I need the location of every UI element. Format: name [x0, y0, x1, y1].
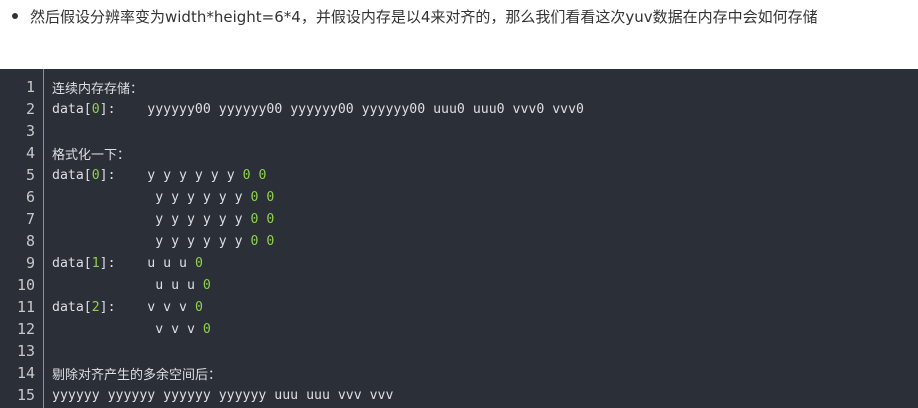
code-token: data[ [52, 101, 92, 117]
code-token: data[ [52, 255, 92, 271]
code-line: 12 v v v 0 [0, 318, 918, 340]
code-line: 8 y y y y y y 0 0 [0, 230, 918, 252]
code-text: v v v 0 [52, 322, 211, 337]
code-text: data[0]: y y y y y y 0 0 [52, 168, 266, 183]
code-text: data[2]: v v v 0 [52, 300, 203, 315]
bullet-dot-icon [12, 13, 18, 19]
code-line: 7 y y y y y y 0 0 [0, 208, 918, 230]
code-token: ]: yyyyyy00 yyyyyy00 yyyyyy00 yyyyyy00 u… [99, 101, 584, 117]
code-text: y y y y y y 0 0 [52, 212, 274, 227]
code-line: 2 data[0]: yyyyyy00 yyyyyy00 yyyyyy00 yyy… [0, 98, 918, 120]
line-number: 5 [25, 166, 35, 184]
line-number: 11 [16, 298, 35, 316]
code-token: y y y y y y [52, 189, 251, 205]
code-token: data[ [52, 167, 92, 183]
code-text: y y y y y y 0 0 [52, 190, 274, 205]
code-text: data[0]: yyyyyy00 yyyyyy00 yyyyyy00 yyyy… [52, 102, 584, 117]
code-token: ]: u u u [99, 255, 195, 271]
line-number: 1 [25, 78, 35, 96]
code-token: y y y y y y [52, 233, 251, 249]
line-number: 6 [25, 188, 35, 206]
code-line: 4 格式化一下： [0, 142, 918, 164]
line-number: 15 [16, 386, 35, 404]
code-line: 11 data[2]: v v v 0 [0, 296, 918, 318]
code-line: 5 data[0]: y y y y y y 0 0 [0, 164, 918, 186]
code-token: yyyyyy yyyyyy yyyyyy yyyyyy uuu uuu vvv … [52, 387, 394, 403]
line-number: 12 [16, 320, 35, 338]
code-line: 1 连续内存存储： [0, 76, 918, 98]
code-text: yyyyyy yyyyyy yyyyyy yyyyyy uuu uuu vvv … [52, 388, 393, 403]
line-number: 9 [25, 254, 35, 272]
code-text: 剔除对齐产生的多余空间后： [52, 364, 221, 383]
code-line: 6 y y y y y y 0 0 [0, 186, 918, 208]
code-text: y y y y y y 0 0 [52, 234, 274, 249]
code-text: data[1]: u u u 0 [52, 256, 203, 271]
code-number: 0 [202, 277, 211, 293]
code-token: data[ [52, 299, 92, 315]
code-number: 0 [202, 321, 211, 337]
line-number: 3 [25, 122, 35, 140]
code-number: 0 [91, 167, 100, 183]
code-number: 0 0 [242, 167, 267, 183]
code-token: 格式化一下： [52, 147, 131, 163]
code-text: 连续内存存储： [52, 78, 143, 97]
code-line: 15 yyyyyy yyyyyy yyyyyy yyyyyy uuu uuu vv… [0, 384, 918, 406]
code-token: ]: y y y y y y [99, 167, 243, 183]
line-number: 13 [16, 342, 35, 360]
code-line: 3 [0, 120, 918, 142]
line-number: 2 [25, 100, 35, 118]
code-number: 0 [194, 299, 203, 315]
line-number: 4 [25, 144, 35, 162]
code-text: 格式化一下： [52, 144, 130, 163]
line-number: 14 [16, 364, 35, 382]
line-number: 10 [16, 276, 35, 294]
line-number: 7 [25, 210, 35, 228]
code-number: 1 [91, 255, 100, 271]
code-token: y y y y y y [52, 211, 251, 227]
line-number: 8 [25, 232, 35, 250]
code-number: 0 0 [250, 233, 275, 249]
code-number: 0 [194, 255, 203, 271]
code-line: 14 剔除对齐产生的多余空间后： [0, 362, 918, 384]
code-number: 0 0 [250, 211, 275, 227]
code-line: 13 [0, 340, 918, 362]
bullet-text: 然后假设分辨率变为width*height=6*4，并假设内存是以4来对齐的，那… [30, 7, 818, 26]
code-block[interactable]: 1 连续内存存储： 2 data[0]: yyyyyy00 yyyyyy00 yyyy… [0, 69, 918, 408]
code-text: u u u 0 [52, 278, 211, 293]
code-token: u u u [52, 277, 203, 293]
code-token: v v v [52, 321, 203, 337]
code-line: 10 u u u 0 [0, 274, 918, 296]
list-item: 然后假设分辨率变为width*height=6*4，并假设内存是以4来对齐的，那… [12, 4, 818, 28]
code-number: 2 [91, 299, 100, 315]
code-token: 剔除对齐产生的多余空间后： [52, 367, 222, 383]
code-token: ]: v v v [99, 299, 195, 315]
code-line: 9 data[1]: u u u 0 [0, 252, 918, 274]
code-token: 连续内存存储： [52, 81, 144, 97]
code-number: 0 [91, 101, 100, 117]
code-number: 0 0 [250, 189, 275, 205]
